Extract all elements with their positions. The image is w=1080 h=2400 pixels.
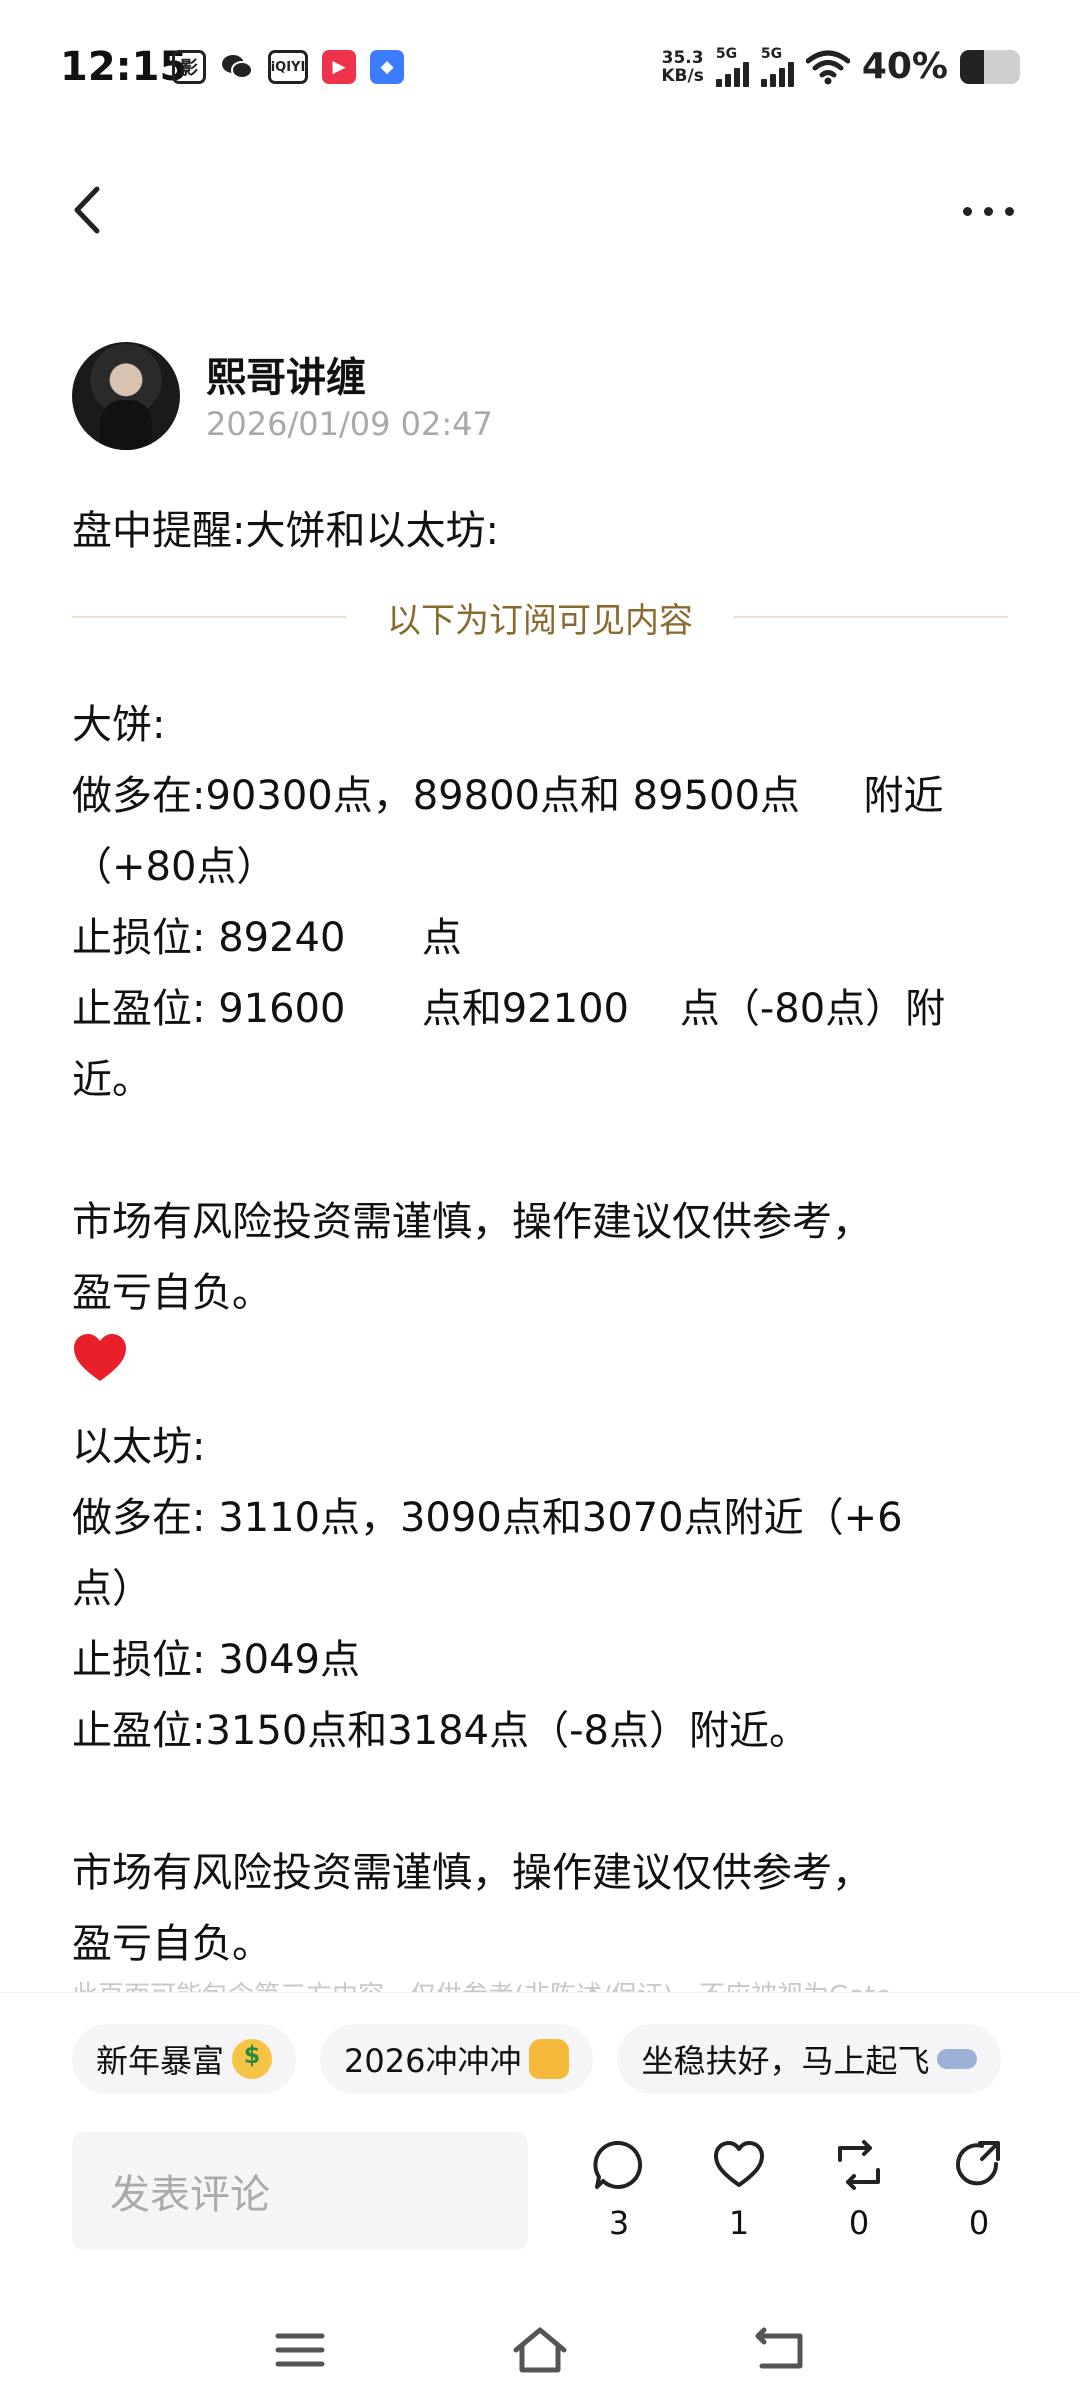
status-bar: 12:15 影 iQIYI ▶ ◆ 35.3 KB/s 5G 5G 40% xyxy=(0,0,1080,140)
topic-tag[interactable]: 2026冲冲冲 xyxy=(320,2024,594,2094)
post-line: 止盈位: 91600 点和92100 点（-80点）附 xyxy=(72,986,946,1032)
status-time: 12:15 xyxy=(60,44,188,90)
topic-tag-label: 新年暴富 xyxy=(96,2042,225,2080)
divider-line xyxy=(72,616,347,618)
post-line: 市场有风险投资需谨慎，操作建议仅供参考， xyxy=(72,1850,872,1896)
network-speed-unit: KB/s xyxy=(661,65,704,86)
post-line: 止盈位:3150点和3184点（-8点）附近。 xyxy=(72,1708,809,1754)
network-speed-value: 35.3 xyxy=(661,47,704,68)
post-line: 大饼: xyxy=(72,702,166,748)
browser-app-icon: ◆ xyxy=(370,50,404,84)
wechat-icon xyxy=(220,50,254,84)
comment-icon xyxy=(593,2140,643,2189)
dot-icon xyxy=(983,206,993,216)
post-line: 市场有风险投资需谨慎，操作建议仅供参考， xyxy=(72,1199,872,1245)
home-icon[interactable] xyxy=(510,2320,570,2380)
back-button[interactable] xyxy=(62,180,112,240)
post-line: 近。 xyxy=(72,1057,152,1103)
battery-icon xyxy=(960,49,1020,84)
divider-line xyxy=(733,616,1008,618)
post-body: 大饼: 做多在:90300点，89800点和 89500点 附近 （+80点） 止损位… xyxy=(72,690,1012,1980)
topic-tag-label: 2026冲冲冲 xyxy=(344,2042,522,2080)
author-avatar[interactable] xyxy=(72,342,180,450)
red-heart-icon xyxy=(74,1334,126,1381)
subscription-divider: 以下为订阅可见内容 xyxy=(72,592,1008,642)
heart-outline-icon xyxy=(714,2141,764,2187)
repost-button[interactable]: 0 xyxy=(824,2138,894,2242)
chevron-left-icon xyxy=(74,186,100,234)
sim1-label: 5G xyxy=(715,45,738,62)
topic-tag[interactable]: 新年暴富 xyxy=(72,2024,297,2094)
airplane-icon xyxy=(937,2049,978,2069)
comment-button[interactable]: 3 xyxy=(584,2138,654,2242)
topic-tag-label: 坐稳扶好，马上起飞 xyxy=(641,2042,930,2080)
post-timestamp: 2026/01/09 02:47 xyxy=(206,405,493,443)
post-line: 止损位: 3049点 xyxy=(72,1637,360,1683)
like-count: 1 xyxy=(728,2204,750,2242)
fist-icon xyxy=(529,2039,570,2079)
dot-icon xyxy=(1004,206,1014,216)
post-line: 盈亏自负。 xyxy=(72,1921,272,1967)
post-line: 止损位: 89240 点 xyxy=(72,915,462,961)
post-line: （+80点） xyxy=(72,844,277,890)
dot-icon xyxy=(962,206,972,216)
repost-count: 0 xyxy=(848,2204,870,2242)
video-app-icon: ▶ xyxy=(322,50,356,84)
iqiyi-icon: iQIYI xyxy=(268,50,308,84)
signal-icon: 5G xyxy=(760,45,794,87)
topic-tag[interactable]: 坐稳扶好，马上起飞 xyxy=(617,2024,1002,2094)
like-button[interactable]: 1 xyxy=(704,2138,774,2242)
share-count: 0 xyxy=(968,2204,990,2242)
repost-icon xyxy=(838,2140,880,2190)
post-line: 做多在:90300点，89800点和 89500点 附近 xyxy=(72,773,944,819)
author-name[interactable]: 熙哥讲缠 xyxy=(206,345,366,403)
comment-input[interactable]: 发表评论 xyxy=(72,2132,528,2250)
post-title: 盘中提醒:大饼和以太坊: xyxy=(72,508,499,554)
back-nav-icon[interactable] xyxy=(750,2320,810,2380)
post-line: 点） xyxy=(72,1566,152,1612)
share-icon xyxy=(956,2141,1000,2186)
app-notification-icon: 影 xyxy=(172,50,206,84)
menu-icon[interactable] xyxy=(270,2320,330,2380)
third-party-disclaimer: 此页面可能包含第三方内容，仅供参考(非陈述/保证)，不应被视为Gate xyxy=(72,1975,1012,1993)
post-line: 以太坊: xyxy=(72,1424,206,1470)
sim2-label: 5G xyxy=(760,45,783,62)
money-face-icon xyxy=(232,2039,273,2079)
post-line: 做多在: 3110点，3090点和3070点附近（+6 xyxy=(72,1495,903,1541)
wifi-icon xyxy=(805,50,850,84)
status-indicators: 35.3 KB/s 5G 5G 40% xyxy=(661,46,1020,87)
more-options-button[interactable] xyxy=(948,186,1028,236)
heart-emoji-line xyxy=(72,1329,1012,1412)
notification-icons: 影 iQIYI ▶ ◆ xyxy=(172,50,404,84)
network-speed: 35.3 KB/s xyxy=(661,49,703,85)
share-button[interactable]: 0 xyxy=(944,2138,1014,2242)
post-line: 盈亏自负。 xyxy=(72,1270,272,1316)
topic-tags: 新年暴富 2026冲冲冲 坐稳扶好，马上起飞 xyxy=(72,2024,1002,2094)
system-navigation-bar xyxy=(0,2290,1080,2400)
battery-percent: 40% xyxy=(861,46,948,87)
comment-count: 3 xyxy=(608,2204,630,2242)
signal-icon: 5G xyxy=(715,45,749,87)
subscription-divider-label: 以下为订阅可见内容 xyxy=(387,600,693,641)
